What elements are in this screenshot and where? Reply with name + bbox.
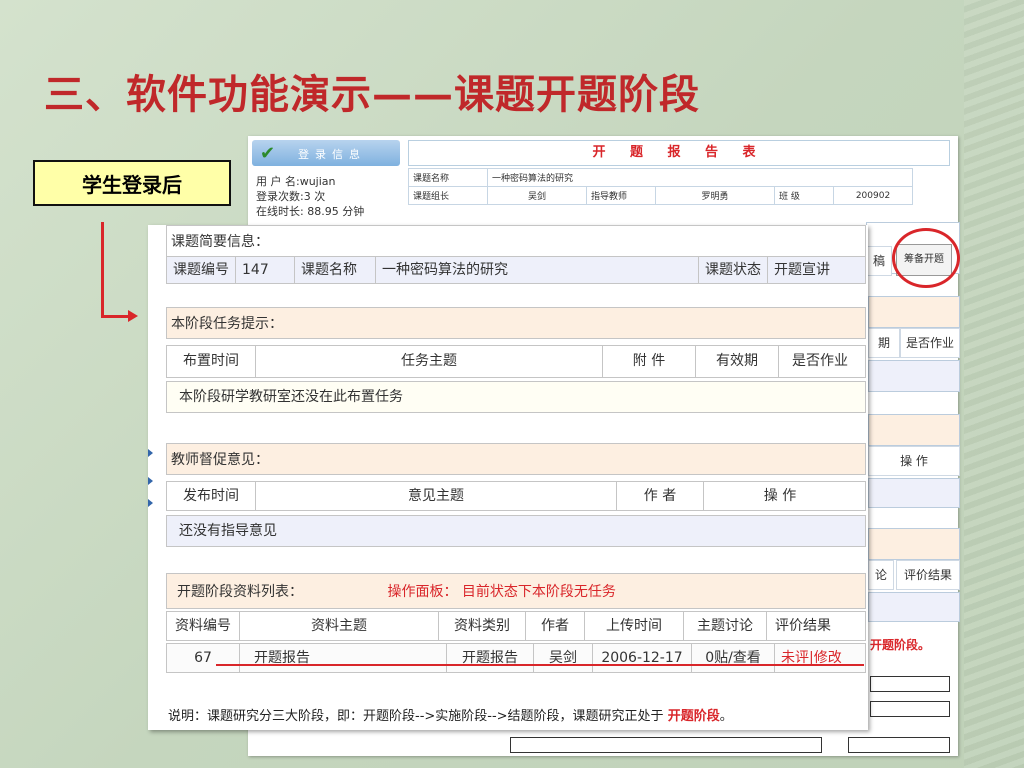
- report-cell: 课题名称: [408, 168, 488, 187]
- login-count: 登录次数:3 次: [256, 190, 326, 203]
- opinion-empty-text: 还没有指导意见: [179, 523, 277, 539]
- bg-input-field[interactable]: [870, 701, 950, 717]
- task-columns: 布置时间 任务主题 附 件 有效期 是否作业: [166, 345, 866, 378]
- bg-status-text: 开题阶段: [870, 638, 919, 652]
- materials-col: 评价结果: [775, 618, 831, 634]
- materials-row: 67 开题报告 开题报告 吴剑 2006-12-17 0贴/查看 未评|修改: [166, 643, 866, 673]
- teacher-opinion-header: 教师督促意见：: [166, 443, 866, 475]
- highlight-circle: [892, 228, 960, 288]
- materials-columns: 资料编号 资料主题 资料类别 作者 上传时间 主题讨论 评价结果: [166, 611, 866, 641]
- course-id-label: 课题编号: [167, 257, 236, 283]
- opinion-col: 操 作: [763, 488, 797, 504]
- material-title-link[interactable]: 开题报告: [240, 644, 447, 672]
- task-empty-text: 本阶段研学教研室还没在此布置任务: [179, 389, 403, 405]
- report-cell: 课题组长: [408, 186, 488, 205]
- task-hint-header: 本阶段任务提示：: [166, 307, 866, 339]
- triangle-bullet-icon: [148, 449, 153, 457]
- materials-col: 资料编号: [167, 612, 240, 640]
- course-status-label: 课题状态: [699, 257, 768, 283]
- report-cell: 罗明勇: [655, 186, 775, 205]
- opinion-col: 发布时间: [167, 482, 256, 510]
- highlight-underline: [216, 664, 864, 666]
- report-cell: 吴剑: [487, 186, 587, 205]
- triangle-bullet-icon: [148, 477, 153, 485]
- material-id: 67: [167, 644, 240, 672]
- triangle-bullet-icon: [148, 499, 153, 507]
- report-cell: 班 级: [774, 186, 834, 205]
- login-info-header: ✔ 登录信息: [252, 140, 400, 166]
- bg-status-dot: 。: [918, 638, 931, 652]
- bg-input-field[interactable]: [870, 676, 950, 692]
- arrow-head-icon: [128, 310, 138, 322]
- bg-panel: [868, 414, 960, 446]
- student-login-callout: 学生登录后: [33, 160, 231, 206]
- report-cell: 一种密码算法的研究: [487, 168, 913, 187]
- login-user: 用 户 名:wujian: [256, 175, 336, 188]
- bg-col-disc: 论: [868, 560, 894, 590]
- stage-note: 说明：课题研究分三大阶段，即：开题阶段-->实施阶段-->结题阶段，课题研究正处…: [168, 705, 733, 724]
- report-row: 课题名称 一种密码算法的研究: [408, 168, 913, 187]
- course-status-value: 开题宣讲: [774, 262, 830, 278]
- stage-note-highlight: 开题阶段: [667, 709, 720, 724]
- course-detail-window: 课题简要信息： 课题编号 147 课题名称 一种密码算法的研究 课题状态 开题宣…: [148, 225, 868, 730]
- login-info: 用 户 名:wujian 登录次数:3 次 在线时长: 88.95 分钟: [256, 174, 364, 219]
- opinion-col: 意见主题: [256, 482, 617, 510]
- course-name-value: 一种密码算法的研究: [376, 257, 699, 283]
- bg-panel: [868, 360, 960, 392]
- login-info-title: 登录信息: [298, 148, 366, 161]
- brief-info-header: 课题简要信息：: [166, 225, 866, 257]
- opinion-col: 作 者: [617, 482, 704, 510]
- bg-panel: [868, 478, 960, 508]
- materials-title: 开题阶段资料列表：: [177, 584, 303, 600]
- report-row: 课题组长 吴剑 指导教师 罗明勇 班 级 200902: [408, 186, 913, 205]
- opinion-empty-row: 还没有指导意见: [166, 515, 866, 547]
- stage-note-text: 说明：课题研究分三大阶段，即：开题阶段-->实施阶段-->结题阶段，课题研究正处…: [168, 709, 668, 724]
- materials-header: 开题阶段资料列表： 操作面板： 目前状态下本阶段无任务: [166, 573, 866, 609]
- slide-decoration: [964, 0, 1024, 768]
- task-col: 任务主题: [256, 346, 603, 377]
- task-col: 布置时间: [167, 346, 256, 377]
- report-cell: 200902: [833, 186, 913, 205]
- materials-col: 上传时间: [585, 612, 684, 640]
- materials-col: 主题讨论: [684, 612, 767, 640]
- materials-col: 资料类别: [439, 612, 526, 640]
- callout-arrow-line-h: [101, 315, 129, 318]
- bg-col-date: 期: [868, 328, 900, 358]
- materials-col: 资料主题: [240, 612, 439, 640]
- course-id-value: 147: [236, 257, 295, 283]
- bg-col-tail: 稿: [866, 246, 892, 276]
- bg-panel: [868, 592, 960, 622]
- material-date: 2006-12-17: [593, 644, 692, 672]
- task-col: 附 件: [603, 346, 696, 377]
- bg-col-eval: 评价结果: [896, 560, 960, 590]
- bg-input-field[interactable]: [510, 737, 822, 753]
- bg-col-homework: 是否作业: [900, 328, 960, 358]
- bg-status: 开题阶段。: [870, 636, 930, 653]
- slide-title: 三、软件功能演示——课题开题阶段: [44, 71, 700, 118]
- bg-panel: [868, 296, 960, 328]
- task-empty-row: 本阶段研学教研室还没在此布置任务: [166, 381, 866, 413]
- login-online: 在线时长: 88.95 分钟: [256, 205, 365, 218]
- material-author: 吴剑: [534, 644, 593, 672]
- operation-panel-status: 操作面板： 目前状态下本阶段无任务: [387, 584, 616, 600]
- stage-note-end: 。: [719, 709, 733, 724]
- opinion-columns: 发布时间 意见主题 作 者 操 作: [166, 481, 866, 511]
- report-cell: 指导教师: [586, 186, 656, 205]
- brief-info-row: 课题编号 147 课题名称 一种密码算法的研究 课题状态 开题宣讲: [166, 256, 866, 284]
- materials-col: 作者: [526, 612, 585, 640]
- checkmark-icon: ✔: [260, 143, 276, 164]
- material-discussion-link[interactable]: 0贴/查看: [692, 644, 775, 672]
- bg-input-field[interactable]: [848, 737, 950, 753]
- report-title: 开 题 报 告 表: [408, 140, 950, 166]
- task-col: 有效期: [696, 346, 779, 377]
- material-type: 开题报告: [447, 644, 534, 672]
- bg-col-op: 操 作: [868, 446, 960, 476]
- report-table: 课题名称 一种密码算法的研究 课题组长 吴剑 指导教师 罗明勇 班 级 2009…: [408, 168, 913, 205]
- callout-arrow-line: [101, 222, 104, 318]
- bg-panel: [868, 528, 960, 560]
- task-col: 是否作业: [792, 353, 848, 369]
- material-evaluate-link[interactable]: 未评|修改: [775, 644, 847, 672]
- course-name-label: 课题名称: [295, 257, 376, 283]
